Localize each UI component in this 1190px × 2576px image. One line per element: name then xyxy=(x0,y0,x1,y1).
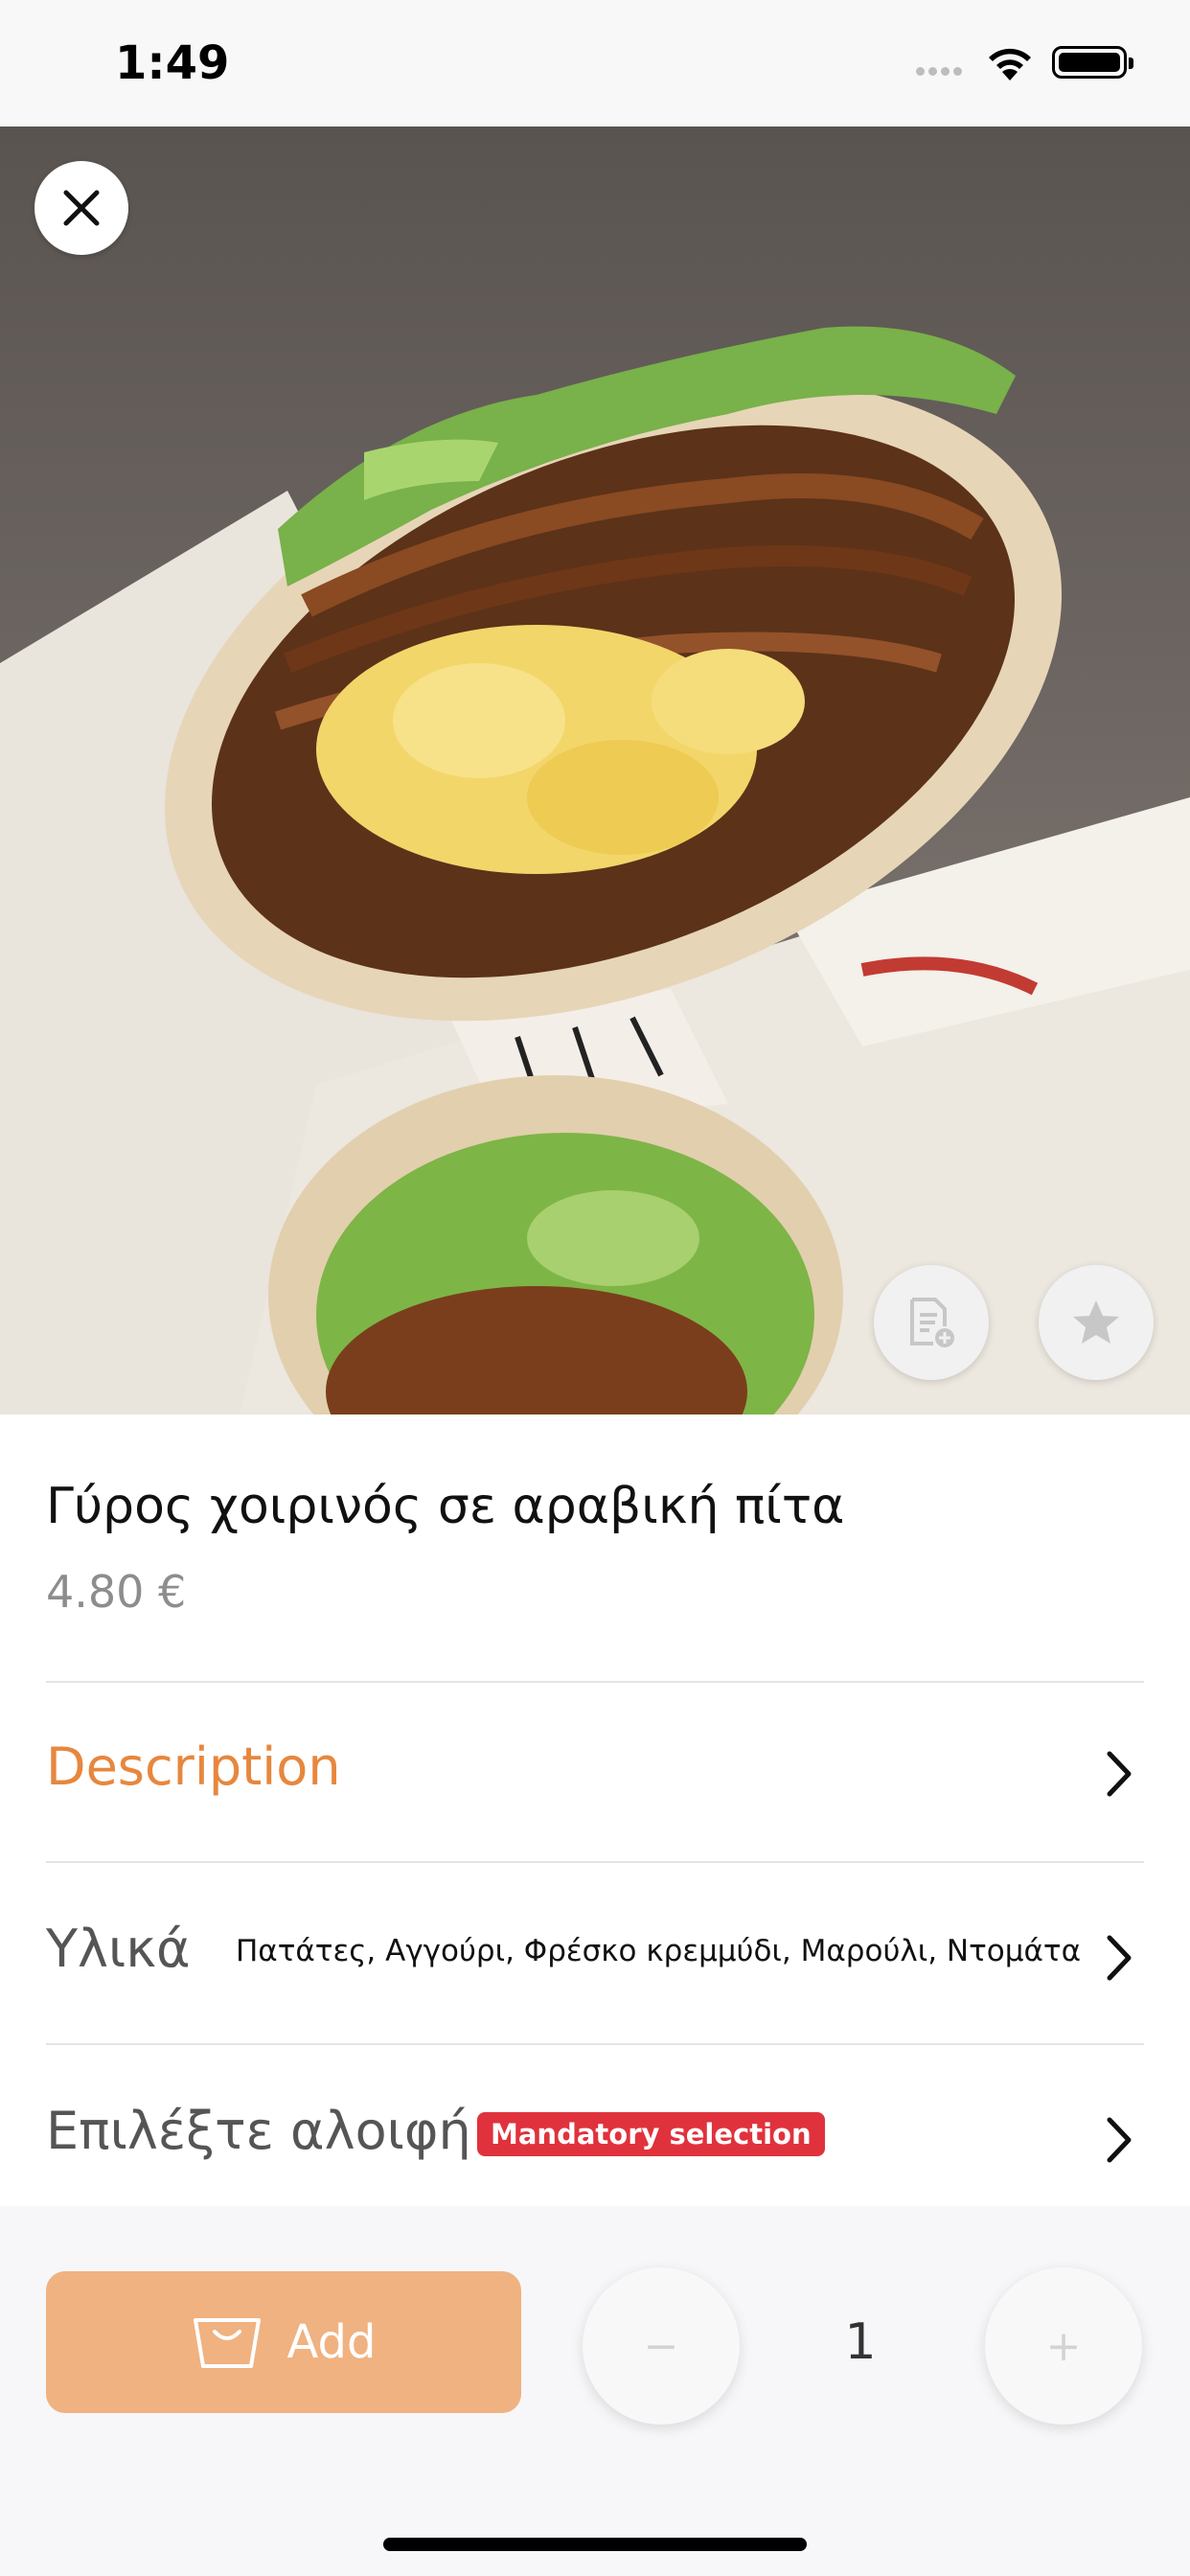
status-bar: 1:49 xyxy=(0,0,1190,126)
battery-icon xyxy=(1052,46,1133,79)
divider xyxy=(46,1681,1144,1683)
wifi-icon xyxy=(985,44,1035,86)
add-to-cart-button[interactable]: Add xyxy=(46,2271,521,2413)
product-image xyxy=(0,126,1190,1414)
divider xyxy=(46,2043,1144,2045)
divider xyxy=(46,1861,1144,1863)
status-time: 1:49 xyxy=(115,36,230,90)
basket-icon xyxy=(193,2318,261,2368)
gyro-wrap-illustration xyxy=(0,326,1190,1414)
add-button-label: Add xyxy=(286,2315,377,2369)
cellular-signal-icon xyxy=(916,61,966,80)
quantity-value: 1 xyxy=(844,2313,877,2371)
chevron-right-icon xyxy=(1107,2117,1132,2163)
ingredients-value: Πατάτες, Αγγούρι, Φρέσκο κρεμμύδι, Μαρού… xyxy=(235,1934,1081,1968)
close-button[interactable] xyxy=(34,161,128,255)
note-add-icon xyxy=(910,1298,954,1347)
bottom-action-bar: Add − 1 + xyxy=(0,2206,1190,2576)
product-title: Γύρος χοιρινός σε αραβική πίτα xyxy=(46,1478,845,1535)
ingredients-label: Υλικά xyxy=(46,1919,191,1979)
product-price: 4.80 € xyxy=(46,1566,187,1618)
decrease-quantity-button[interactable]: − xyxy=(583,2267,740,2425)
home-indicator[interactable] xyxy=(383,2538,807,2551)
sauce-label: Επιλέξτε αλοιφή xyxy=(46,2101,471,2161)
add-note-button[interactable] xyxy=(874,1265,989,1380)
chevron-right-icon xyxy=(1107,1751,1132,1797)
increase-quantity-button[interactable]: + xyxy=(985,2267,1142,2425)
star-icon xyxy=(1073,1300,1119,1344)
description-label: Description xyxy=(46,1736,341,1797)
close-icon xyxy=(63,190,100,226)
favorite-button[interactable] xyxy=(1039,1265,1154,1380)
chevron-right-icon xyxy=(1107,1935,1132,1981)
mandatory-badge: Mandatory selection xyxy=(477,2112,825,2156)
